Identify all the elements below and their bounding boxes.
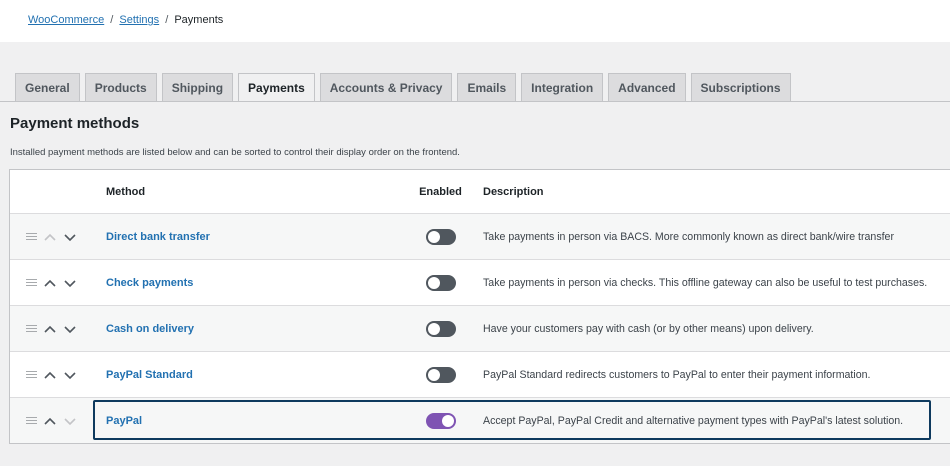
- sort-controls: [10, 416, 96, 426]
- drag-handle-icon[interactable]: [26, 370, 37, 379]
- breadcrumb-current: Payments: [174, 14, 224, 26]
- enabled-cell: [398, 228, 483, 245]
- enabled-cell: [398, 366, 483, 383]
- chevron-up-icon[interactable]: [43, 324, 57, 334]
- enabled-column-header: Enabled: [419, 185, 462, 198]
- sort-controls: [10, 232, 96, 242]
- tab-emails[interactable]: Emails: [457, 73, 517, 101]
- breadcrumb-separator: /: [165, 14, 169, 26]
- sort-controls: [10, 278, 96, 288]
- method-cell: Direct bank transfer: [96, 231, 398, 243]
- method-column-header: Method: [106, 185, 146, 198]
- section-description: Installed payment methods are listed bel…: [10, 147, 460, 158]
- top-bar: WooCommerce / Settings / Payments: [0, 0, 950, 42]
- tab-divider: [0, 101, 950, 102]
- method-link[interactable]: Cash on delivery: [106, 323, 194, 335]
- chevron-down-icon[interactable]: [63, 278, 77, 288]
- payment-methods-table: Method Enabled Description Direct bank t…: [9, 169, 950, 444]
- enable-toggle[interactable]: [425, 320, 456, 337]
- table-header: Method Enabled Description: [10, 170, 950, 213]
- drag-handle-icon[interactable]: [26, 232, 37, 241]
- method-cell: Check payments: [96, 277, 398, 289]
- drag-handle-icon[interactable]: [26, 324, 37, 333]
- enabled-cell: [398, 320, 483, 337]
- method-link[interactable]: Check payments: [106, 277, 193, 289]
- breadcrumb: WooCommerce / Settings / Payments: [28, 14, 223, 26]
- description-cell: Take payments in person via checks. This…: [483, 276, 928, 289]
- drag-handle-icon[interactable]: [26, 416, 37, 425]
- drag-handle-icon[interactable]: [26, 278, 37, 287]
- description-cell: PayPal Standard redirects customers to P…: [483, 368, 871, 381]
- chevron-up-icon: [44, 233, 56, 241]
- page-title: Payment methods: [10, 115, 140, 132]
- settings-tabs: General Products Shipping Payments Accou…: [15, 73, 791, 102]
- enable-toggle[interactable]: [425, 412, 456, 429]
- enable-toggle[interactable]: [425, 274, 456, 291]
- chevron-down-icon[interactable]: [63, 324, 77, 334]
- chevron-up-icon[interactable]: [43, 278, 57, 288]
- tab-payments[interactable]: Payments: [238, 73, 315, 102]
- method-cell: PayPal Standard: [96, 369, 398, 381]
- tab-products[interactable]: Products: [84, 73, 157, 101]
- method-cell: PayPal: [96, 415, 398, 427]
- enable-toggle[interactable]: [425, 366, 456, 383]
- tab-general[interactable]: General: [15, 73, 80, 101]
- tab-advanced[interactable]: Advanced: [608, 73, 686, 101]
- table-row: PayPal Standard PayPal Standard redirect…: [10, 351, 950, 397]
- chevron-down-icon[interactable]: [63, 232, 77, 242]
- chevron-down-icon: [64, 417, 76, 425]
- description-cell: Accept PayPal, PayPal Credit and alterna…: [483, 414, 904, 427]
- table-row: PayPal Accept PayPal, PayPal Credit and …: [10, 397, 950, 443]
- description-cell: Take payments in person via BACS. More c…: [483, 230, 894, 243]
- tab-accounts-privacy[interactable]: Accounts & Privacy: [319, 73, 453, 101]
- breadcrumb-settings[interactable]: Settings: [119, 14, 159, 26]
- method-cell: Cash on delivery: [96, 323, 398, 335]
- chevron-up-icon[interactable]: [43, 370, 57, 380]
- tab-shipping[interactable]: Shipping: [161, 73, 234, 101]
- method-link[interactable]: PayPal Standard: [106, 369, 193, 381]
- chevron-down-icon[interactable]: [63, 370, 77, 380]
- method-link[interactable]: Direct bank transfer: [106, 231, 210, 243]
- enabled-cell: [398, 274, 483, 291]
- description-cell: Have your customers pay with cash (or by…: [483, 322, 814, 335]
- chevron-up-icon[interactable]: [43, 416, 57, 426]
- enable-toggle[interactable]: [425, 228, 456, 245]
- sort-controls: [10, 324, 96, 334]
- tab-integration[interactable]: Integration: [521, 73, 604, 101]
- breadcrumb-woocommerce[interactable]: WooCommerce: [28, 14, 104, 26]
- enabled-cell: [398, 412, 483, 429]
- table-row: Cash on delivery Have your customers pay…: [10, 305, 950, 351]
- table-row: Check payments Take payments in person v…: [10, 259, 950, 305]
- breadcrumb-separator: /: [110, 14, 114, 26]
- sort-controls: [10, 370, 96, 380]
- table-row: Direct bank transfer Take payments in pe…: [10, 213, 950, 259]
- description-column-header: Description: [483, 185, 544, 198]
- tab-subscriptions[interactable]: Subscriptions: [690, 73, 791, 101]
- method-link[interactable]: PayPal: [106, 415, 142, 427]
